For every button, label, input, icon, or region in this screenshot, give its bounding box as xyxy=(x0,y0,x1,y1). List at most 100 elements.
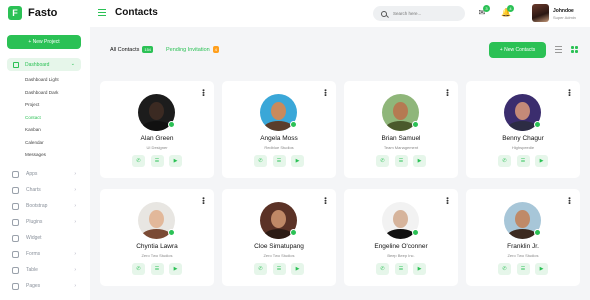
video-icon[interactable]: ▶ xyxy=(291,155,304,167)
list-view-icon[interactable] xyxy=(555,46,562,53)
more-options-icon[interactable]: ••• xyxy=(199,197,206,204)
sidebar-menu: Apps › Charts › Bootstrap › Plugins › Wi… xyxy=(12,166,78,294)
video-icon[interactable]: ▶ xyxy=(291,263,304,275)
submenu-kanban[interactable]: Kanban xyxy=(25,127,59,140)
contact-card[interactable]: ••• Brian Samuel Team Management ✆ ☰ ▶ xyxy=(344,81,458,178)
submenu-dashboard-dark[interactable]: Dashboard Dark xyxy=(25,90,59,103)
tab-pending-invitation[interactable]: Pending Invitation 4 xyxy=(166,46,219,53)
more-options-icon[interactable]: ••• xyxy=(443,89,450,96)
mail-icon[interactable]: ✉ 3 xyxy=(477,5,490,18)
contact-name: Cloe Simatupang xyxy=(254,243,304,250)
phone-icon[interactable]: ✆ xyxy=(132,155,145,167)
more-options-icon[interactable]: ••• xyxy=(321,89,328,96)
menu-toggle-icon[interactable] xyxy=(98,9,106,16)
submenu-messages[interactable]: Messages xyxy=(25,152,59,165)
more-options-icon[interactable]: ••• xyxy=(565,89,572,96)
video-icon[interactable]: ▶ xyxy=(169,155,182,167)
sidebar-item-label: Apps xyxy=(26,171,38,177)
phone-icon[interactable]: ✆ xyxy=(254,155,267,167)
submenu-calendar[interactable]: Calendar xyxy=(25,140,59,153)
new-contacts-button[interactable]: + New Contacts xyxy=(489,42,546,58)
contact-card[interactable]: ••• Engeline O'conner Beep Beep Inc. ✆ ☰… xyxy=(344,189,458,286)
contact-name: Franklin Jr. xyxy=(507,243,539,250)
video-icon[interactable]: ▶ xyxy=(535,155,548,167)
sidebar-item-label: Pages xyxy=(26,283,41,289)
contact-role: Zero Two Studios xyxy=(141,253,173,258)
more-options-icon[interactable]: ••• xyxy=(565,197,572,204)
phone-icon[interactable]: ✆ xyxy=(376,155,389,167)
sidebar-item-label: Widget xyxy=(26,235,42,241)
sidebar-item-pages[interactable]: Pages › xyxy=(12,278,78,294)
contact-card[interactable]: ••• Chyntia Lawra Zero Two Studios ✆ ☰ ▶ xyxy=(100,189,214,286)
contact-name: Engeline O'conner xyxy=(374,243,428,250)
contact-actions: ✆ ☰ ▶ xyxy=(498,263,548,275)
avatar[interactable] xyxy=(532,4,549,22)
sidebar-item-label: Forms xyxy=(26,251,41,257)
phone-icon[interactable]: ✆ xyxy=(376,263,389,275)
online-status-icon xyxy=(412,121,419,128)
table-icon xyxy=(12,266,19,274)
contact-actions: ✆ ☰ ▶ xyxy=(254,155,304,167)
message-icon[interactable]: ☰ xyxy=(516,155,530,167)
contact-card[interactable]: ••• Franklin Jr. Zero Two Studios ✆ ☰ ▶ xyxy=(466,189,580,286)
phone-icon[interactable]: ✆ xyxy=(132,263,145,275)
video-icon[interactable]: ▶ xyxy=(413,155,426,167)
chevron-right-icon: › xyxy=(74,203,76,209)
contact-name: Alan Green xyxy=(140,135,174,142)
tab-all-contacts[interactable]: All Contacts 154 xyxy=(110,46,154,53)
video-icon[interactable]: ▶ xyxy=(169,263,182,275)
sidebar-item-label: Plugins xyxy=(26,219,43,225)
dashboard-icon xyxy=(13,61,19,68)
user-name[interactable]: Johndoe xyxy=(553,8,574,14)
brand-name: Fasto xyxy=(28,7,58,19)
message-icon[interactable]: ☰ xyxy=(150,155,164,167)
phone-icon[interactable]: ✆ xyxy=(254,263,267,275)
online-status-icon xyxy=(168,229,175,236)
contact-card[interactable]: ••• Alan Green UI Designer ✆ ☰ ▶ xyxy=(100,81,214,178)
search-input[interactable] xyxy=(393,11,463,16)
mail-count-badge: 3 xyxy=(483,5,490,12)
sidebar-item-apps[interactable]: Apps › xyxy=(12,166,78,182)
sidebar-item-label: Charts xyxy=(26,187,41,193)
contact-card[interactable]: ••• Benny Chagur Highspeedie ✆ ☰ ▶ xyxy=(466,81,580,178)
sidebar-item-forms[interactable]: Forms › xyxy=(12,246,78,262)
contact-name: Chyntia Lawra xyxy=(136,243,178,250)
sidebar-item-plugins[interactable]: Plugins › xyxy=(12,214,78,230)
contact-role: Zero Two Studios xyxy=(263,253,295,258)
message-icon[interactable]: ☰ xyxy=(394,155,408,167)
message-icon[interactable]: ☰ xyxy=(394,263,408,275)
pages-icon xyxy=(12,282,19,290)
more-options-icon[interactable]: ••• xyxy=(199,89,206,96)
message-icon[interactable]: ☰ xyxy=(272,263,286,275)
sidebar-item-dashboard[interactable]: Dashboard ⌄ xyxy=(7,58,81,71)
submenu-dashboard-light[interactable]: Dashboard Light xyxy=(25,77,59,90)
sidebar-item-table[interactable]: Table › xyxy=(12,262,78,278)
phone-icon[interactable]: ✆ xyxy=(498,263,511,275)
contact-card[interactable]: ••• Angela Moss Redblue Studios ✆ ☰ ▶ xyxy=(222,81,336,178)
widget-icon xyxy=(12,234,19,242)
video-icon[interactable]: ▶ xyxy=(535,263,548,275)
message-icon[interactable]: ☰ xyxy=(516,263,530,275)
brand[interactable]: F Fasto xyxy=(8,6,57,20)
message-icon[interactable]: ☰ xyxy=(150,263,164,275)
more-options-icon[interactable]: ••• xyxy=(443,197,450,204)
sidebar-item-bootstrap[interactable]: Bootstrap › xyxy=(12,198,78,214)
grid-view-icon[interactable] xyxy=(571,46,578,53)
sidebar-item-charts[interactable]: Charts › xyxy=(12,182,78,198)
more-options-icon[interactable]: ••• xyxy=(321,197,328,204)
new-project-button[interactable]: + New Project xyxy=(7,35,81,49)
submenu-contact[interactable]: Contact xyxy=(25,115,59,128)
user-role: Super Admin xyxy=(553,15,576,20)
bell-icon[interactable]: 🔔 4 xyxy=(501,5,514,18)
video-icon[interactable]: ▶ xyxy=(413,263,426,275)
search-bar[interactable] xyxy=(373,6,465,21)
sidebar-item-widget[interactable]: Widget xyxy=(12,230,78,246)
phone-icon[interactable]: ✆ xyxy=(498,155,511,167)
contact-role: UI Designer xyxy=(146,145,168,150)
tab-label: All Contacts xyxy=(110,46,140,53)
message-icon[interactable]: ☰ xyxy=(272,155,286,167)
submenu-project[interactable]: Project xyxy=(25,102,59,115)
online-status-icon xyxy=(534,229,541,236)
chevron-right-icon: › xyxy=(74,171,76,177)
contact-card[interactable]: ••• Cloe Simatupang Zero Two Studios ✆ ☰… xyxy=(222,189,336,286)
